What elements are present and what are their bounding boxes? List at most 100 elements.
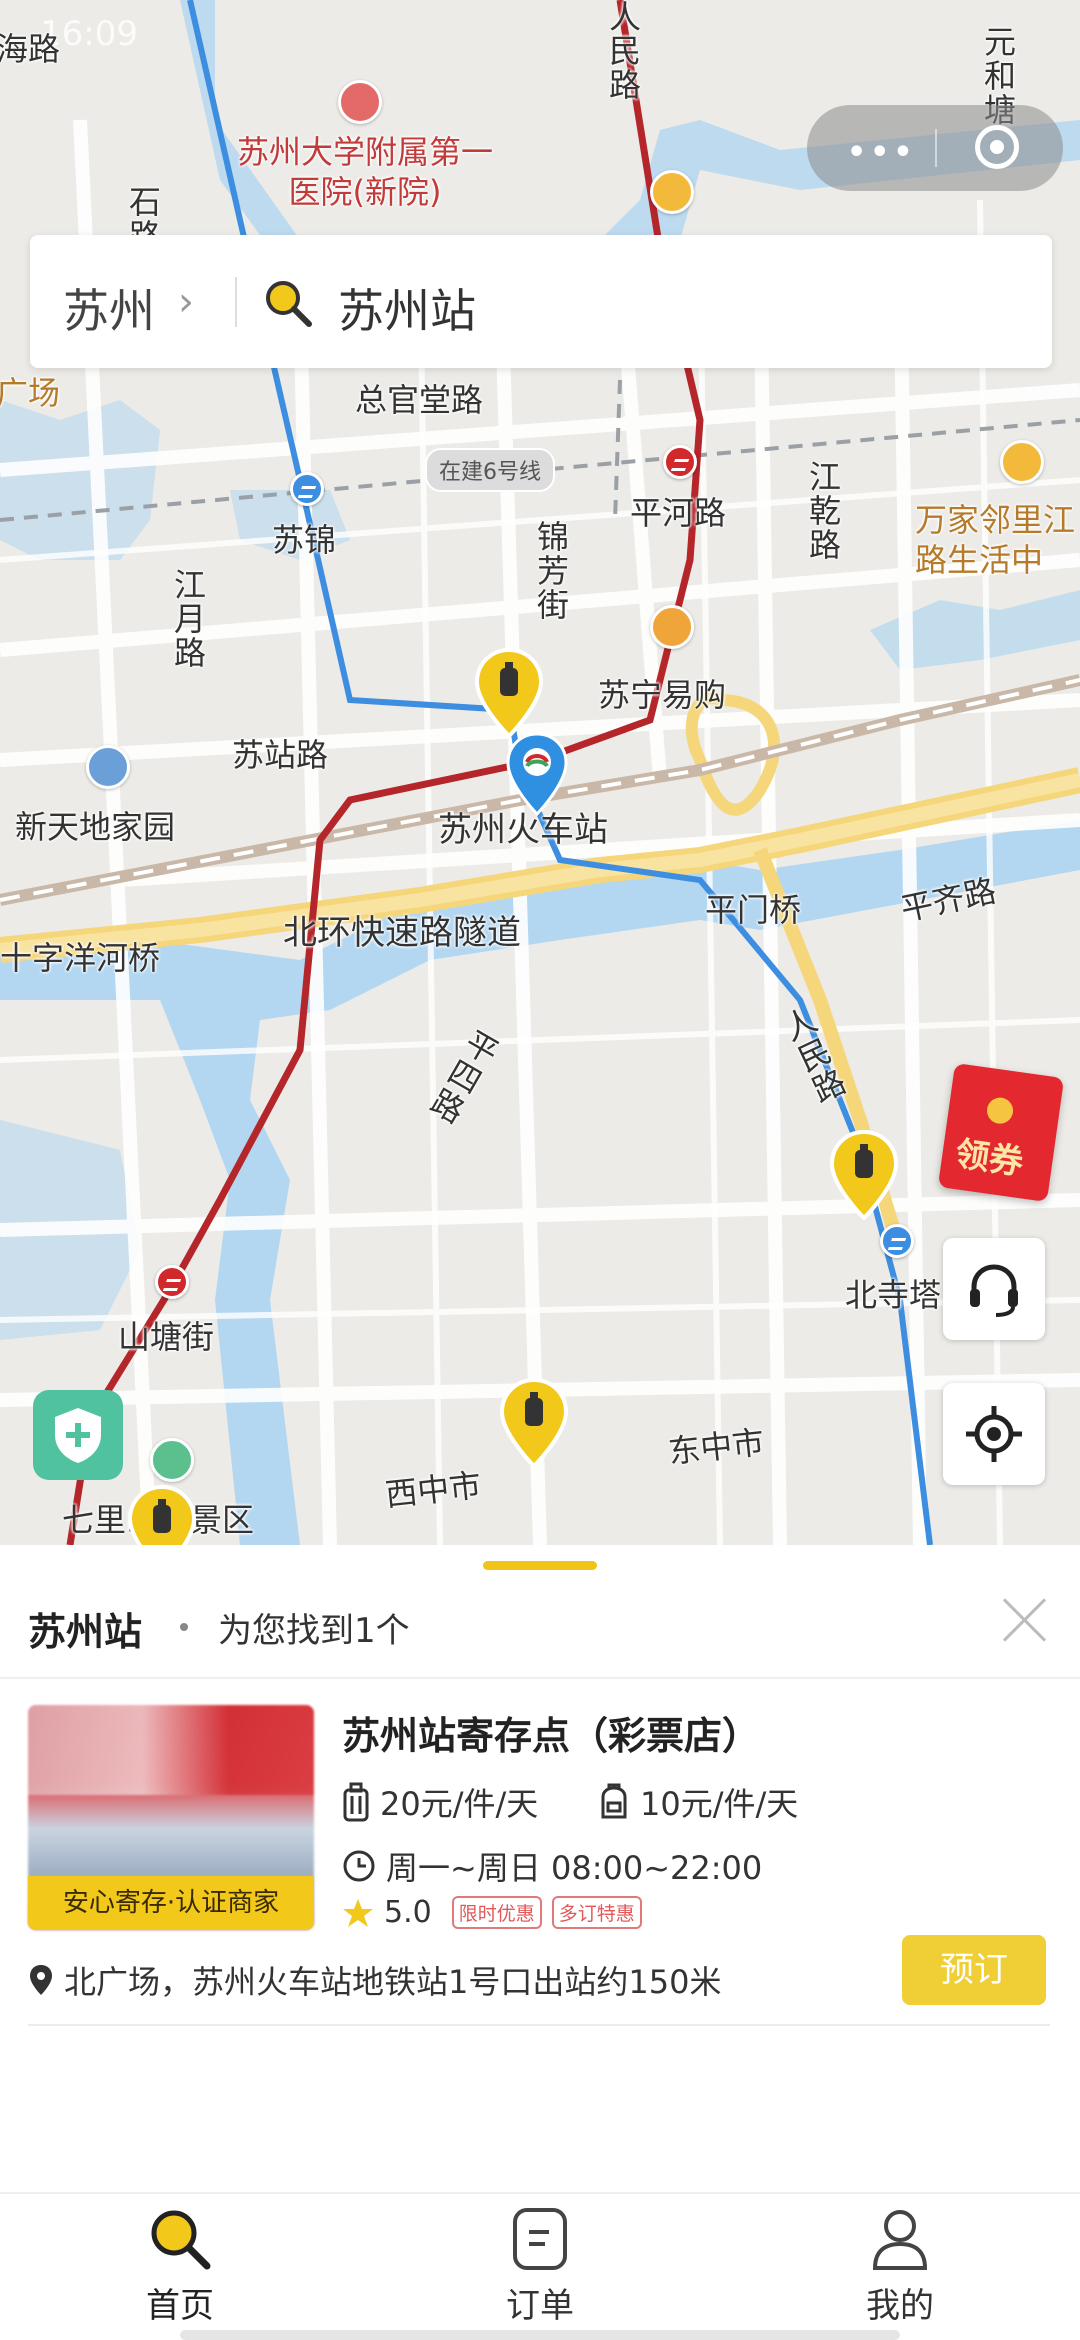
map-label-station: 苏州火车站 [438,810,608,850]
tab-home[interactable]: 首页 [80,2204,280,2334]
map-label-hospital: 苏州大学附属第一医院(新院) [236,133,493,211]
map-label-wanjia: 万家邻里江路生活中 [915,501,1076,579]
tab-label-profile: 我的 [866,2286,934,2326]
map-label-beisita: 北寺塔 [845,1276,942,1314]
divider [0,1677,1080,1679]
panel-title: 苏州站 [28,1610,143,1654]
luggage-pin-icon [474,647,544,739]
search-icon [266,281,312,327]
coupon-button[interactable]: 领券 [937,1062,1065,1203]
clock-icon [343,1850,375,1882]
backpack-icon [601,1783,627,1819]
suitcase-large-icon [343,1782,369,1822]
price-large-row: 20元/件/天 [342,1779,538,1825]
luggage-pin-3[interactable] [499,1377,569,1469]
tab-profile[interactable]: 我的 [800,2204,1000,2334]
city-selector[interactable]: 苏州 [63,275,155,341]
drag-handle[interactable] [483,1561,597,1570]
price-small: 10元/件/天 [640,1785,799,1823]
metro-shantang-icon [155,1265,189,1299]
map-label-pinghe: 平河路 [630,494,727,532]
order-icon [513,2208,567,2270]
miniprogram-capsule: ••• [807,105,1063,191]
shop-icon [650,170,694,214]
residence-icon [86,745,130,789]
book-button[interactable]: 预订 [902,1935,1046,2005]
map-label-shantangjie: 山塘街 [118,1318,215,1356]
map-label-pingmen: 平门桥 [705,891,802,929]
luggage-pin-2[interactable] [829,1129,899,1221]
storage-result-card[interactable]: 安心寄存·认证商家 苏州站寄存点（彩票店） 20元/件/天 10元/件/天 周一… [0,1705,1080,2045]
map-label-suzhan-rd: 苏站路 [232,736,329,774]
headset-icon [970,1264,1018,1317]
store-address: 北广场，苏州火车站地铁站1号口出站约150米 [64,1963,722,2001]
opening-hours: 周一~周日 08:00~22:00 [386,1849,763,1887]
results-panel: 苏州站 为您找到1个 安心寄存·认证商家 苏州站寄存点（彩票店） 20元/件/天 [0,1545,1080,2195]
hospital-icon [338,80,382,124]
map-view[interactable]: 16:09 海路 苏州大学附属第一医院(新院) 人民路 元和塘 石路 广场 总官… [0,0,1080,1545]
close-icon[interactable] [1003,1597,1047,1641]
suning-icon [650,605,694,649]
store-photo-sign [28,1705,314,1795]
address-row: 北广场，苏州火车站地铁站1号口出站约150米 [28,1957,721,2003]
metro-sujin-icon [290,472,324,506]
search-icon [151,2210,211,2270]
map-label-zongguantang: 总官堂路 [355,381,484,419]
map-label-haixi: 海路 [0,30,61,68]
price-large: 20元/件/天 [380,1785,539,1823]
store-name: 苏州站寄存点（彩票店） [342,1714,761,1758]
tab-label-home: 首页 [146,2286,214,2326]
map-label-guangchang: 广场 [0,374,61,412]
rating-value: 5.0 [384,1895,432,1930]
map-label-jinfang: 锦芳街 [532,520,570,622]
more-menu-icon[interactable]: ••• [847,135,917,170]
home-indicator [180,2330,900,2340]
locate-me-button[interactable] [943,1383,1045,1485]
safety-button[interactable] [33,1390,123,1480]
metro-beisita-icon [880,1224,914,1258]
luggage-pin-icon [499,1377,569,1469]
store-icon [1000,440,1044,484]
hours-row: 周一~周日 08:00~22:00 [342,1843,762,1889]
exit-miniprogram-icon[interactable] [975,125,1019,169]
luggage-pin-icon [127,1484,197,1545]
scenic-icon [150,1438,194,1482]
coupon-label: 领券 [952,1134,1026,1184]
dot-separator [180,1623,188,1631]
shield-plus-icon [55,1408,101,1463]
search-divider [235,277,237,327]
bottom-tab-bar: 首页 订单 我的 [0,2192,1080,2340]
locate-icon [966,1406,1022,1462]
map-label-suning: 苏宁易购 [598,676,727,714]
coin-icon [985,1095,1015,1126]
metro-pinghe-icon [663,445,697,479]
search-input[interactable]: 苏州站 [338,275,476,341]
chevron-right-icon[interactable]: › [178,279,194,325]
location-pin-icon [30,1965,52,1995]
tab-orders[interactable]: 订单 [440,2204,640,2334]
line6-badge: 在建6号线 [425,448,555,492]
rating-row: 5.0 限时优惠 多订特惠 [342,1895,652,1930]
card-divider [28,2024,1050,2026]
map-label-sujin: 苏锦 [272,521,337,559]
map-label-jiangqian: 江乾路 [804,460,842,562]
result-count: 为您找到1个 [218,1611,410,1651]
tab-label-orders: 订单 [506,2286,574,2326]
capsule-divider [935,129,937,167]
promo-tag-multi: 多订特惠 [551,1896,642,1929]
map-label-beihuan: 北环快速路隧道 [283,913,521,953]
map-label-shiziyanghe: 十字洋河桥 [0,939,161,977]
luggage-pin-1[interactable] [474,647,544,739]
star-icon [343,1898,373,1927]
user-icon [872,2210,928,2270]
customer-service-button[interactable] [943,1238,1045,1340]
map-label-xintiandi: 新天地家园 [15,808,176,846]
price-small-row: 10元/件/天 [598,1779,798,1825]
promo-tag-limited: 限时优惠 [451,1896,542,1929]
map-label-renmin-top: 人民路 [604,0,642,102]
luggage-pin-4[interactable] [127,1484,197,1545]
luggage-pin-icon [829,1129,899,1221]
map-label-jiangyue: 江月路 [169,568,207,670]
search-bar: 苏州 › 苏州站 [30,235,1052,368]
verified-badge: 安心寄存·认证商家 [28,1876,314,1930]
